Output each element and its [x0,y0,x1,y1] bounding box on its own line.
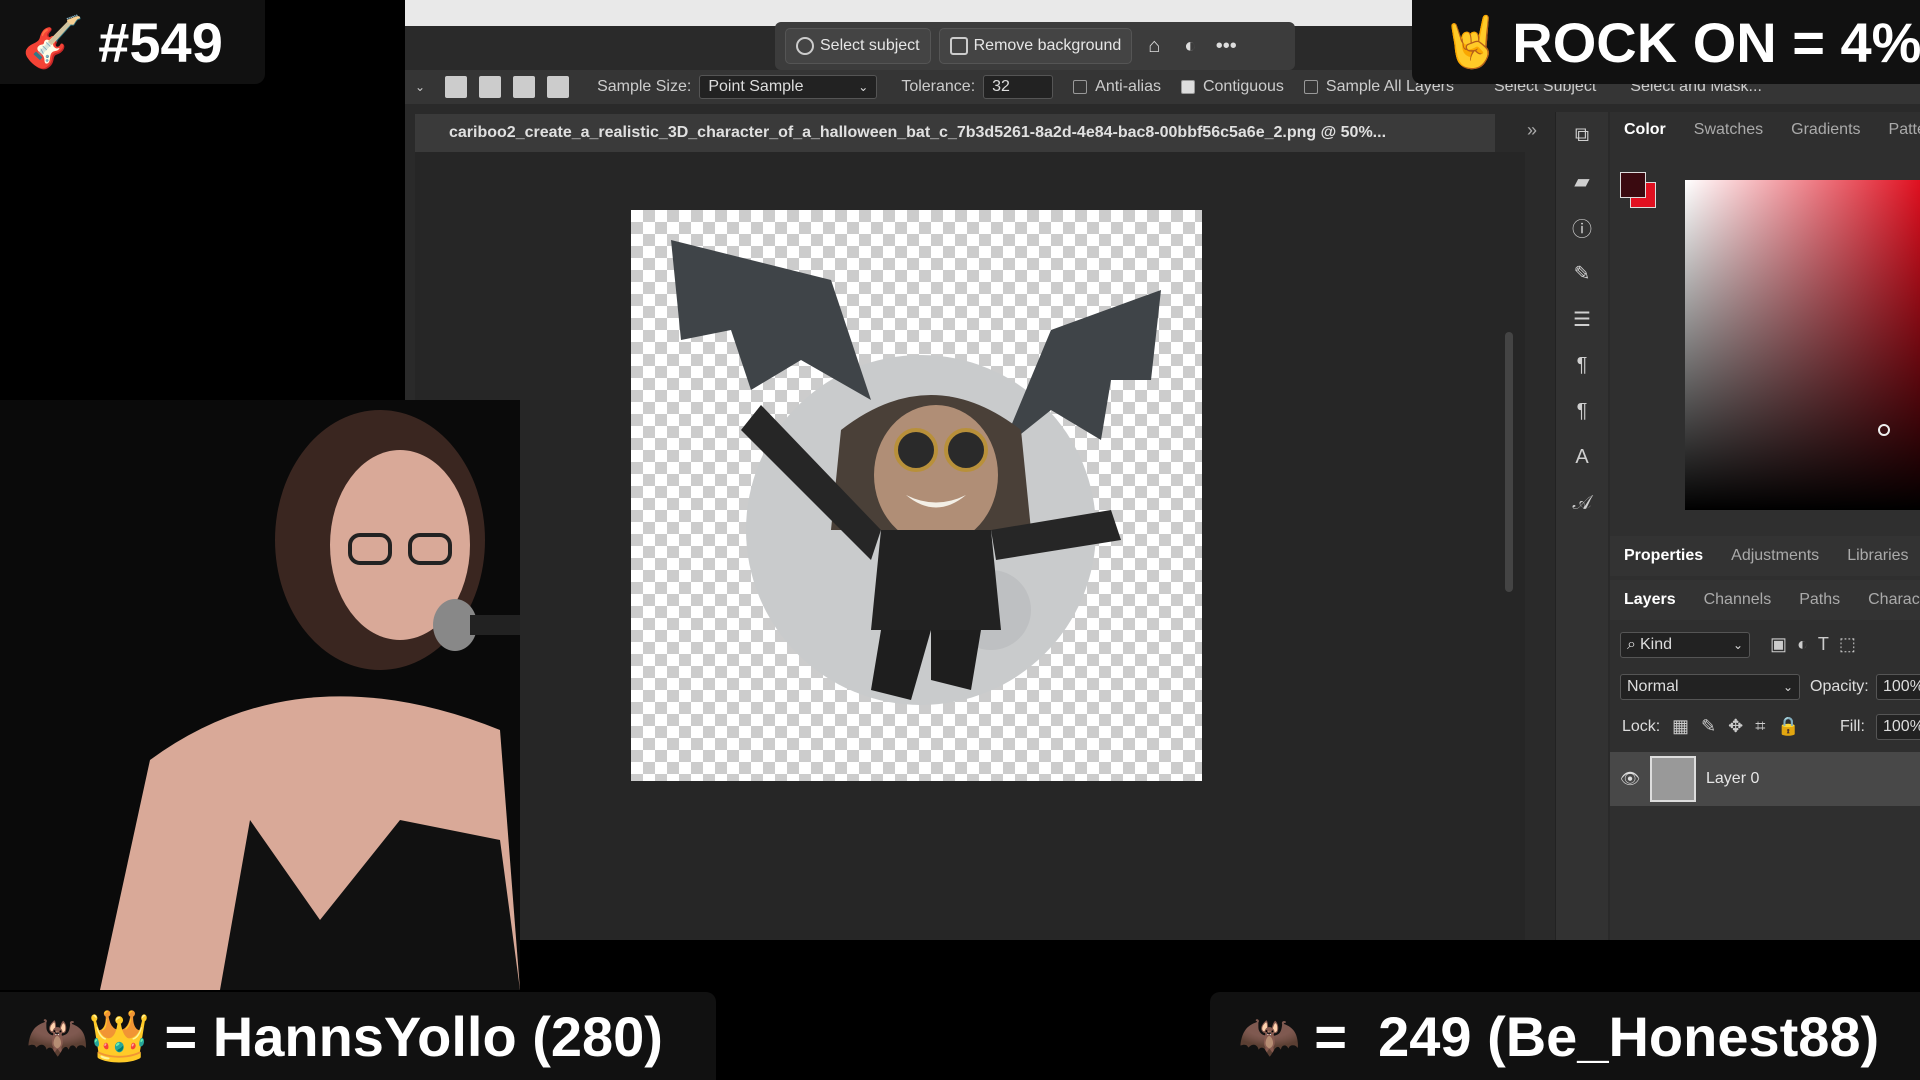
collapse-panels-icon[interactable]: » [1527,120,1537,141]
lock-transparent-icon[interactable]: ▦ [1672,716,1689,737]
tolerance-input[interactable]: 32 [983,75,1054,99]
tab-patterns[interactable]: Patte [1889,121,1920,139]
bat-counter-bar: 🦇 = 249 (Be_Honest88) [1210,992,1920,1080]
layers-tabs: Layers Channels Paths Charact [1610,580,1920,620]
tab-properties[interactable]: Properties [1624,547,1703,565]
tab-libraries[interactable]: Libraries [1847,547,1908,565]
tab-adjustments[interactable]: Adjustments [1731,547,1819,565]
visibility-eye-icon[interactable]: 👁 [1610,769,1650,789]
tab-layers[interactable]: Layers [1624,591,1676,609]
subtract-selection-icon[interactable] [513,76,536,98]
episode-badge: 🎸 #549 [0,0,265,84]
brush-settings-icon[interactable]: ✎ [1556,250,1608,296]
color-picker-handle[interactable] [1878,424,1890,436]
select-subject-button[interactable]: Select subject [785,28,931,64]
rock-on-text: ROCK ON = 4% [1512,10,1920,74]
paragraph-styles-icon[interactable]: ¶ [1556,388,1608,434]
lock-label: Lock: [1622,718,1661,735]
canvas-area [415,152,1525,940]
chevron-down-icon[interactable]: ⌄ [415,80,425,94]
lock-pixels-icon[interactable]: ✎ [1701,716,1716,737]
info-icon[interactable]: ⓘ [1556,204,1608,250]
photoshop-window: Select subject Remove background ⌂ ◐ •••… [405,0,1920,940]
properties-tabs: Properties Adjustments Libraries [1610,536,1920,576]
chevron-down-icon: ⌄ [1782,680,1793,694]
color-panel-tabs: Color Swatches Gradients Patte [1610,112,1920,148]
type-filter-icon[interactable]: T [1818,634,1829,655]
image-icon [949,37,968,55]
person-icon [796,37,814,55]
paragraph-icon[interactable]: ¶ [1556,342,1608,388]
rock-hand-icon: 🤘 [1440,13,1503,70]
color-picker-field[interactable] [1685,180,1920,510]
document-canvas[interactable] [631,210,1202,781]
comments-icon[interactable]: ▰ [1556,158,1608,204]
tab-swatches[interactable]: Swatches [1694,121,1763,139]
contiguous-checkbox[interactable] [1180,80,1195,94]
add-selection-icon[interactable] [479,76,502,98]
panel-icon-strip: ⧉ ▰ ⓘ ✎ ☰ ¶ ¶ A 𝒜 [1555,112,1608,940]
lock-all-icon[interactable]: 🔒 [1777,716,1799,737]
streamer-webcam-image [100,410,520,990]
anti-alias-checkbox[interactable] [1073,80,1088,94]
tab-color[interactable]: Color [1624,121,1666,139]
document-tab[interactable]: cariboo2_create_a_realistic_3D_character… [415,114,1495,152]
tab-gradients[interactable]: Gradients [1791,121,1860,139]
search-icon: ⌕ [1627,636,1636,653]
new-selection-icon[interactable] [445,76,468,98]
chevron-down-icon: ⌄ [1732,638,1743,652]
tab-paths[interactable]: Paths [1799,591,1840,609]
contextual-task-bar: Select subject Remove background ⌂ ◐ ••• [775,22,1295,70]
layer-name: Layer 0 [1706,770,1760,787]
contiguous-label: Contiguous [1202,78,1284,95]
history-icon[interactable]: ⧉ [1556,112,1608,158]
tab-channels[interactable]: Channels [1704,591,1772,609]
bat-counter-text: = 249 (Be_Honest88) [1314,1004,1880,1068]
vertical-scrollbar[interactable] [1505,332,1513,592]
mask-icon[interactable]: ◐ [1176,32,1204,60]
character-styles-icon[interactable]: A [1556,434,1608,480]
episode-number: #549 [98,10,223,74]
right-panels: Color Swatches Gradients Patte Propertie… [1610,112,1920,940]
chevron-down-icon: ⌄ [858,80,869,94]
fill-input[interactable]: 100% [1876,714,1920,740]
opacity-label: Opacity: [1810,678,1869,695]
guitar-icon: 🎸 [22,13,85,70]
background-color-swatch[interactable] [1620,172,1646,198]
lock-position-icon[interactable]: ✥ [1728,716,1743,737]
lock-icons: ▦ ✎ ✥ ⌗ 🔒 [1672,716,1800,737]
top-supporter-text: = HannsYollo (280) [164,1004,663,1068]
tab-character[interactable]: Charact [1868,591,1920,609]
layer-row[interactable]: 👁 Layer 0 [1610,752,1920,806]
layer-filter-icons: ▣ ◐ T ⬚ [1770,634,1856,655]
opacity-input[interactable]: 100% [1876,674,1920,700]
bat-icon: 🦇 [1238,1007,1301,1064]
layer-thumbnail [1650,756,1696,802]
pixel-filter-icon[interactable]: ▣ [1770,634,1787,655]
sample-all-layers-checkbox[interactable] [1303,80,1318,94]
webcam-feed [0,400,520,990]
blend-mode-select[interactable]: Normal ⌄ [1620,674,1800,700]
adjustments-icon[interactable]: ☰ [1556,296,1608,342]
layer-kind-filter[interactable]: ⌕ Kind ⌄ [1620,632,1750,658]
intersect-selection-icon[interactable] [547,76,570,98]
path-icon[interactable]: ⌂ [1140,32,1168,60]
glyphs-icon[interactable]: 𝒜 [1556,480,1608,526]
sample-size-select[interactable]: Point Sample ⌄ [699,75,878,99]
lock-artboard-icon[interactable]: ⌗ [1755,716,1765,737]
rock-on-badge: 🤘 ROCK ON = 4% [1412,0,1920,84]
document-title: cariboo2_create_a_realistic_3D_character… [449,124,1387,141]
tolerance-label: Tolerance: [901,78,976,95]
fill-label: Fill: [1840,718,1865,735]
shape-filter-icon[interactable]: ⬚ [1839,634,1856,655]
anti-alias-label: Anti-alias [1095,78,1161,95]
adjustment-filter-icon[interactable]: ◐ [1797,634,1808,655]
bat-character-image [671,240,1161,705]
more-icon[interactable]: ••• [1212,32,1240,60]
bat-crown-icons: 🦇👑 [26,1007,151,1064]
remove-background-button[interactable]: Remove background [938,28,1133,64]
top-supporter-bar: 🦇👑 = HannsYollo (280) [0,992,716,1080]
sample-size-label: Sample Size: [597,78,692,95]
